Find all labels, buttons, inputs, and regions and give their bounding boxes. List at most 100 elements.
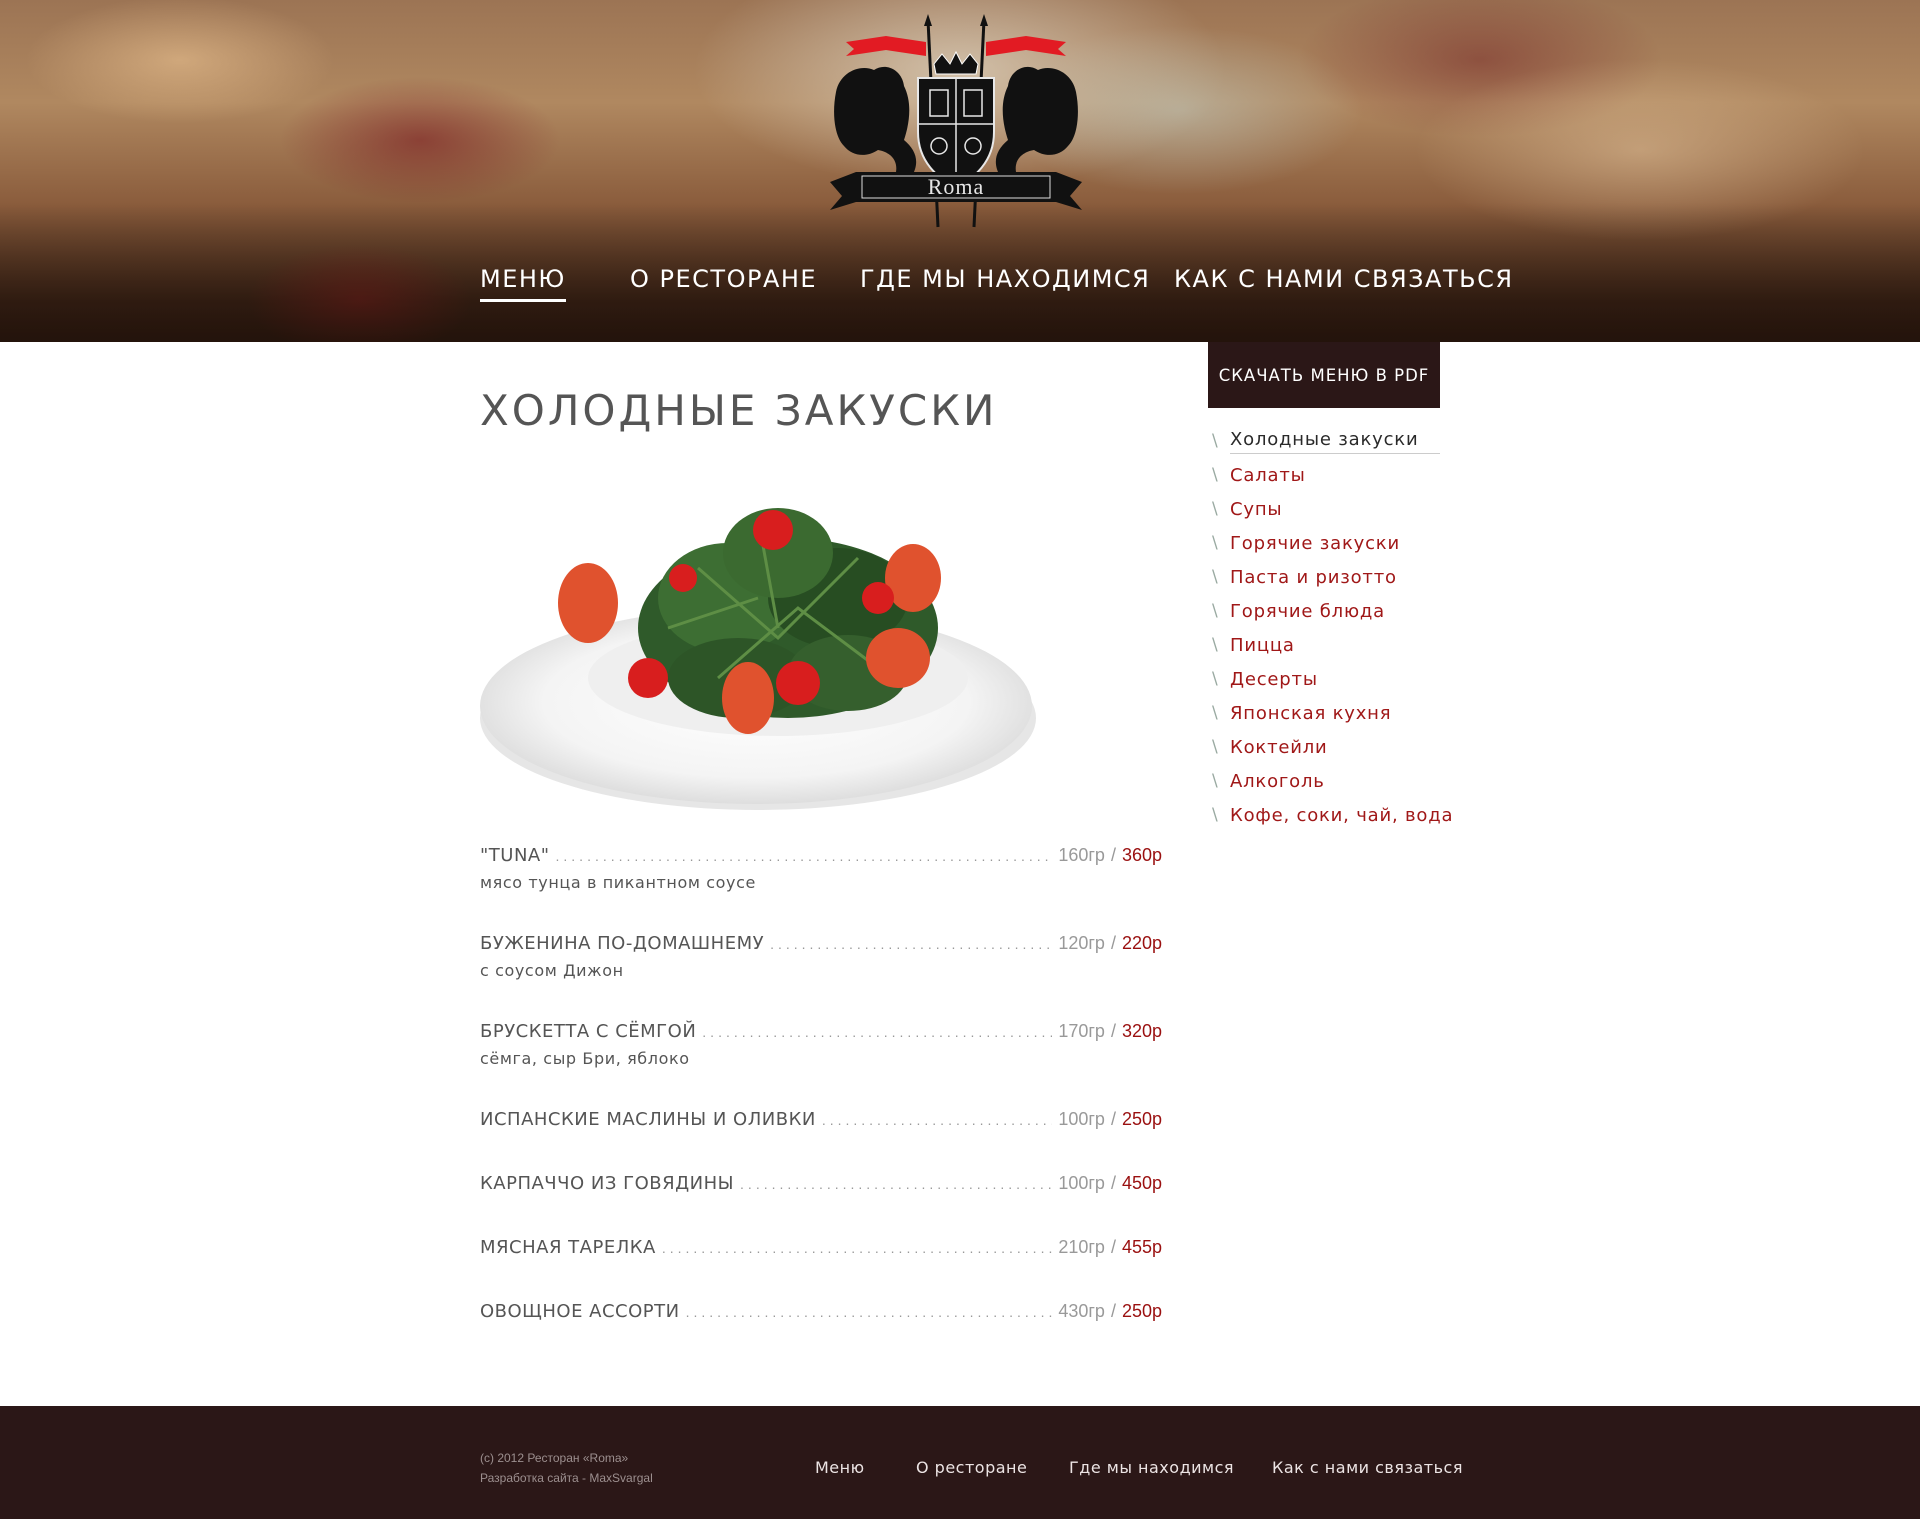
slash-icon: \ (1212, 465, 1218, 485)
slash-icon: \ (1212, 601, 1218, 621)
item-name: Карпаччо из говядины (480, 1173, 735, 1194)
footer-credits: (c) 2012 Ресторан «Roma» Разработка сайт… (480, 1448, 653, 1488)
dot-leader: ........................................… (821, 1112, 1053, 1128)
menu-items-list: "Tuna" .................................… (480, 845, 1162, 1365)
category-label: Коктейли (1230, 736, 1328, 758)
dot-leader: ........................................… (555, 848, 1053, 864)
category-pizza[interactable]: \ Пицца (1212, 628, 1440, 662)
item-name: Испанские маслины и оливки (480, 1109, 816, 1130)
category-label: Алкоголь (1230, 770, 1325, 792)
page-title: Холодные закуски (480, 386, 998, 435)
nav-location[interactable]: Где мы находимся (860, 265, 1150, 293)
item-price: 320р (1121, 1021, 1162, 1041)
slash-icon: \ (1212, 635, 1218, 655)
category-alcohol[interactable]: \ Алкоголь (1212, 764, 1440, 798)
category-desserts[interactable]: \ Десерты (1212, 662, 1440, 696)
footer: (c) 2012 Ресторан «Roma» Разработка сайт… (0, 1406, 1920, 1519)
logo-text: Roma (928, 174, 985, 199)
dish-photo (478, 458, 1038, 818)
category-label: Японская кухня (1230, 702, 1392, 724)
category-label: Горячие закуски (1230, 532, 1400, 554)
slash-icon: \ (1212, 805, 1218, 825)
footer-nav-about[interactable]: О ресторане (916, 1458, 1027, 1477)
footer-nav-contacts[interactable]: Как с нами связаться (1272, 1458, 1463, 1477)
item-description: мясо тунца в пикантном соусе (480, 873, 756, 892)
item-weight: 210гр (1058, 1237, 1105, 1257)
category-list: \ Холодные закуски \ Салаты \ Супы \ Горячие… (1212, 424, 1453, 832)
item-name: Буженина по-домашнему (480, 933, 765, 954)
slash-icon: \ (1212, 737, 1218, 757)
dot-leader: ........................................… (685, 1304, 1053, 1320)
nav-about[interactable]: О ресторане (630, 265, 817, 293)
category-label: Паста и ризотто (1230, 566, 1397, 588)
price-separator: / (1110, 845, 1116, 865)
item-name: Мясная тарелка (480, 1237, 656, 1258)
roma-logo[interactable]: Roma (826, 12, 1086, 234)
menu-item: Карпаччо из говядины ...................… (480, 1173, 1162, 1237)
category-soups[interactable]: \ Супы (1212, 492, 1440, 526)
item-weight: 120гр (1058, 933, 1105, 953)
item-weight: 100гр (1058, 1109, 1105, 1129)
menu-item: Испанские маслины и оливки .............… (480, 1109, 1162, 1173)
price-separator: / (1110, 1173, 1116, 1193)
category-label: Салаты (1230, 464, 1306, 486)
item-description: сёмга, сыр Бри, яблоко (480, 1049, 690, 1068)
slash-icon: \ (1212, 567, 1218, 587)
download-pdf-button[interactable]: Скачать меню в PDF (1208, 342, 1440, 408)
footer-nav-location[interactable]: Где мы находимся (1069, 1458, 1234, 1477)
dot-leader: ........................................… (740, 1176, 1052, 1192)
menu-item: Буженина по-домашнему ..................… (480, 933, 1162, 1021)
item-name: "Tuna" (480, 845, 550, 866)
category-label: Кофе, соки, чай, вода (1230, 804, 1454, 826)
category-label: Горячие блюда (1230, 600, 1386, 622)
category-salads[interactable]: \ Салаты (1212, 458, 1440, 492)
menu-item: Овощное ассорти ........................… (480, 1301, 1162, 1365)
price-separator: / (1110, 1301, 1116, 1321)
price-separator: / (1110, 1021, 1116, 1041)
category-japanese[interactable]: \ Японская кухня (1212, 696, 1440, 730)
item-weight: 100гр (1058, 1173, 1105, 1193)
menu-item: "Tuna" .................................… (480, 845, 1162, 933)
item-price: 250р (1121, 1109, 1162, 1129)
category-label: Пицца (1230, 634, 1295, 656)
header-banner: Roma Меню О ресторане Где мы находимся К… (0, 0, 1920, 342)
category-label: Холодные закуски (1230, 429, 1440, 454)
item-price: 455р (1121, 1237, 1162, 1257)
slash-icon: \ (1212, 669, 1218, 689)
slash-icon: \ (1212, 771, 1218, 791)
item-price: 220р (1121, 933, 1162, 953)
item-name: Овощное ассорти (480, 1301, 680, 1322)
price-separator: / (1110, 1109, 1116, 1129)
nav-contacts[interactable]: Как с нами связаться (1174, 265, 1514, 293)
copyright-text: (c) 2012 Ресторан «Roma» (480, 1451, 629, 1465)
item-price: 360р (1121, 845, 1162, 865)
item-price: 250р (1121, 1301, 1162, 1321)
item-weight: 430гр (1058, 1301, 1105, 1321)
developer-credit: Разработка сайта - MaxSvargal (480, 1471, 653, 1485)
slash-icon: \ (1212, 533, 1218, 553)
category-hot-appetizers[interactable]: \ Горячие закуски (1212, 526, 1440, 560)
category-pasta-risotto[interactable]: \ Паста и ризотто (1212, 560, 1440, 594)
slash-icon: \ (1212, 499, 1218, 519)
item-weight: 160гр (1058, 845, 1105, 865)
dot-leader: ........................................… (661, 1240, 1052, 1256)
footer-nav-menu[interactable]: Меню (815, 1458, 865, 1477)
category-cold-appetizers[interactable]: \ Холодные закуски (1212, 424, 1440, 458)
slash-icon: \ (1212, 703, 1218, 723)
dot-leader: ........................................… (770, 936, 1053, 952)
price-separator: / (1110, 933, 1116, 953)
item-name: Брускетта с сёмгой (480, 1021, 697, 1042)
item-description: с соусом Дижон (480, 961, 624, 980)
category-label: Десерты (1230, 668, 1318, 690)
menu-item: Мясная тарелка .........................… (480, 1237, 1162, 1301)
category-label: Супы (1230, 498, 1283, 520)
category-drinks[interactable]: \ Кофе, соки, чай, вода (1212, 798, 1453, 832)
item-weight: 170гр (1058, 1021, 1105, 1041)
category-hot-dishes[interactable]: \ Горячие блюда (1212, 594, 1440, 628)
menu-item: Брускетта с сёмгой .....................… (480, 1021, 1162, 1109)
dot-leader: ........................................… (702, 1024, 1053, 1040)
category-cocktails[interactable]: \ Коктейли (1212, 730, 1440, 764)
item-price: 450р (1121, 1173, 1162, 1193)
nav-menu[interactable]: Меню (480, 265, 566, 302)
slash-icon: \ (1212, 431, 1218, 451)
